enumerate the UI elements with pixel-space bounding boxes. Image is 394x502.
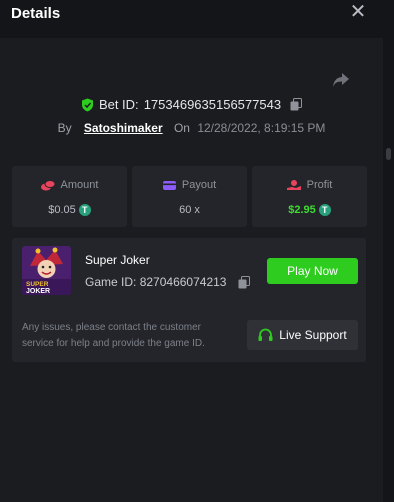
modal-header: Details ✕ (0, 0, 394, 38)
support-notice: Any issues, please contact the customer … (22, 322, 205, 349)
verified-shield-icon (81, 98, 93, 111)
payout-value: 60 x (179, 204, 200, 216)
game-id-label: Game ID: (85, 275, 137, 289)
amount-value: $0.05 (48, 204, 76, 216)
share-icon[interactable] (332, 72, 350, 88)
live-support-button[interactable]: Live Support (247, 320, 358, 350)
thumbnail-text-joker: JOKER (26, 288, 50, 295)
game-id-value: 8270466074213 (139, 275, 227, 289)
bet-id-value: 1753469635156577543 (143, 97, 282, 112)
on-label: On (173, 121, 190, 135)
amount-label: Amount (60, 179, 99, 191)
headset-icon (258, 328, 273, 341)
copy-icon[interactable] (290, 98, 303, 111)
modal-title: Details (11, 5, 61, 22)
bet-date: 12/28/2022, 8:19:15 PM (197, 121, 326, 135)
game-thumbnail[interactable]: SUPER JOKER (22, 246, 71, 295)
joker-thumbnail-image: SUPER JOKER (22, 246, 71, 295)
scrollbar[interactable] (383, 38, 394, 502)
tether-icon: T (78, 204, 91, 216)
game-card: SUPER JOKER Super Joker Game ID: 8270466… (12, 238, 366, 362)
tether-icon: T (318, 204, 331, 216)
hand-coin-icon (286, 179, 301, 190)
payout-label: Payout (181, 179, 217, 191)
thumbnail-text-super: SUPER (26, 281, 49, 288)
bet-id-label: Bet ID: (98, 97, 139, 112)
by-label: By (57, 121, 72, 135)
stat-payout: Payout 60 x (132, 166, 247, 227)
username-link[interactable]: Satoshimaker (84, 121, 163, 135)
stat-amount: Amount $0.05 T (12, 166, 127, 227)
game-name: Super Joker (85, 253, 150, 267)
scrollbar-thumb[interactable] (386, 148, 391, 160)
game-id-row: Game ID: 8270466074213 (85, 275, 251, 289)
close-icon[interactable]: ✕ (348, 2, 368, 22)
bet-byline: By Satoshimaker On 12/28/2022, 8:19:15 P… (0, 121, 383, 135)
stat-profit: Profit $2.95 T (252, 166, 367, 227)
profit-value: $2.95 (288, 204, 316, 216)
copy-icon[interactable] (238, 275, 251, 289)
profit-label: Profit (306, 179, 333, 191)
coins-icon (40, 179, 55, 190)
bet-id-row: Bet ID: 1753469635156577543 (0, 97, 383, 115)
wallet-icon (162, 180, 176, 190)
play-now-button[interactable]: Play Now (267, 258, 358, 284)
live-support-label: Live Support (279, 328, 347, 342)
